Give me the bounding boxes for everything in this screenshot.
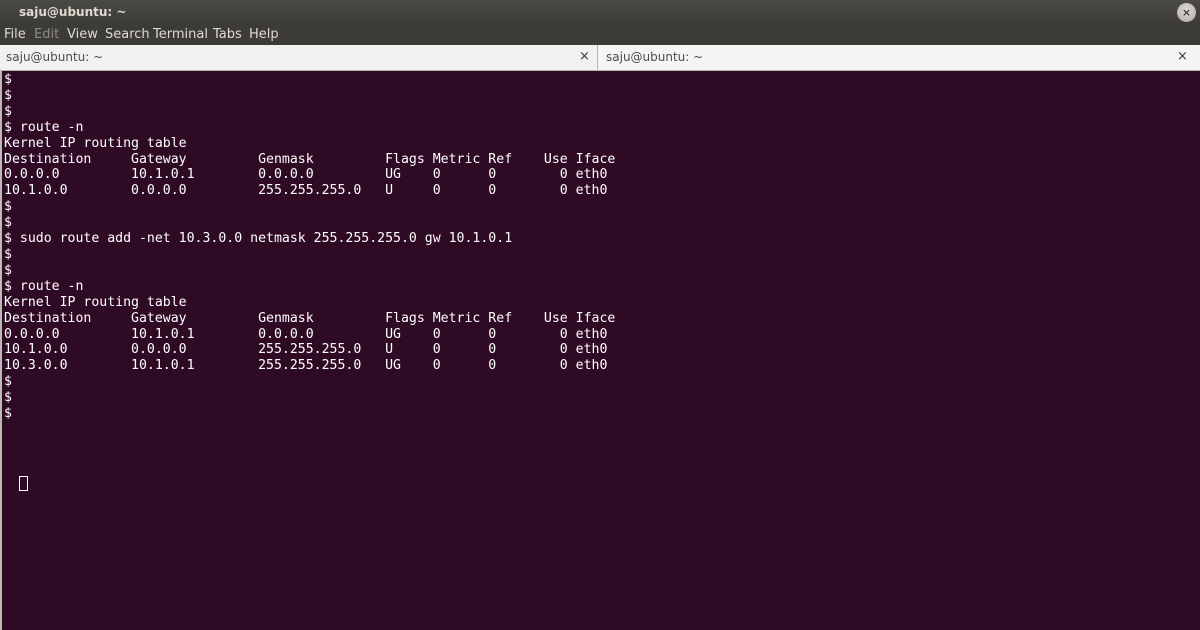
terminal-line: $ [4, 87, 12, 103]
terminal-line: $ [4, 262, 12, 278]
menu-search[interactable]: Search [105, 27, 150, 42]
terminal-line: $ route -n [4, 119, 84, 135]
terminal-line: $ [4, 406, 12, 422]
tab-2-close-icon[interactable]: × [1177, 49, 1188, 64]
window-title: saju@ubuntu: ~ [19, 5, 127, 19]
terminal-line: 0.0.0.0 10.1.0.1 0.0.0.0 UG 0 0 0 eth0 [4, 326, 608, 342]
terminal-line: $ sudo route add -net 10.3.0.0 netmask 2… [4, 231, 513, 247]
menubar: File Edit View Search Terminal Tabs Help [0, 25, 1200, 45]
close-icon: × [1181, 6, 1192, 19]
menu-tabs[interactable]: Tabs [213, 27, 242, 42]
terminal-line: 10.1.0.0 0.0.0.0 255.255.255.0 U 0 0 0 e… [4, 183, 608, 199]
terminal-line: $ [4, 199, 12, 215]
terminal-area[interactable]: $ $ $ $ route -n Kernel IP routing table… [0, 71, 1200, 630]
window-titlebar: saju@ubuntu: ~ × [0, 0, 1200, 25]
terminal-output: $ $ $ $ route -n Kernel IP routing table… [4, 72, 615, 422]
terminal-line: $ [4, 72, 12, 87]
terminal-line: $ [4, 374, 12, 390]
terminal-scrollbar[interactable] [1188, 71, 1200, 630]
terminal-cursor [19, 476, 28, 491]
terminal-line: Kernel IP routing table [4, 135, 187, 151]
terminal-line: Kernel IP routing table [4, 294, 187, 310]
menu-edit[interactable]: Edit [34, 27, 59, 42]
menu-terminal[interactable]: Terminal [153, 27, 208, 42]
terminal-line: $ [4, 103, 12, 119]
menu-help[interactable]: Help [249, 27, 279, 42]
tab-2[interactable]: saju@ubuntu: ~ × [598, 45, 1200, 70]
menu-file[interactable]: File [4, 27, 26, 42]
terminal-line: $ route -n [4, 278, 84, 294]
terminal-line: 0.0.0.0 10.1.0.1 0.0.0.0 UG 0 0 0 eth0 [4, 167, 608, 183]
terminal-line: 10.1.0.0 0.0.0.0 255.255.255.0 U 0 0 0 e… [4, 342, 608, 358]
terminal-line: $ [4, 390, 12, 406]
tab-1-close-icon[interactable]: × [579, 49, 590, 64]
terminal-line: Destination Gateway Genmask Flags Metric… [4, 310, 616, 326]
terminal-line: 10.3.0.0 10.1.0.1 255.255.255.0 UG 0 0 0… [4, 358, 608, 374]
tab-2-label: saju@ubuntu: ~ [606, 50, 704, 64]
window-close-button[interactable]: × [1177, 3, 1196, 22]
terminal-line: $ [4, 215, 12, 231]
terminal-line: Destination Gateway Genmask Flags Metric… [4, 151, 616, 167]
tab-1-label: saju@ubuntu: ~ [6, 50, 104, 64]
tab-1[interactable]: saju@ubuntu: ~ × [0, 45, 597, 70]
menu-view[interactable]: View [67, 27, 98, 42]
tab-bar: saju@ubuntu: ~ × saju@ubuntu: ~ × [0, 45, 1200, 71]
terminal-line: $ [4, 246, 12, 262]
